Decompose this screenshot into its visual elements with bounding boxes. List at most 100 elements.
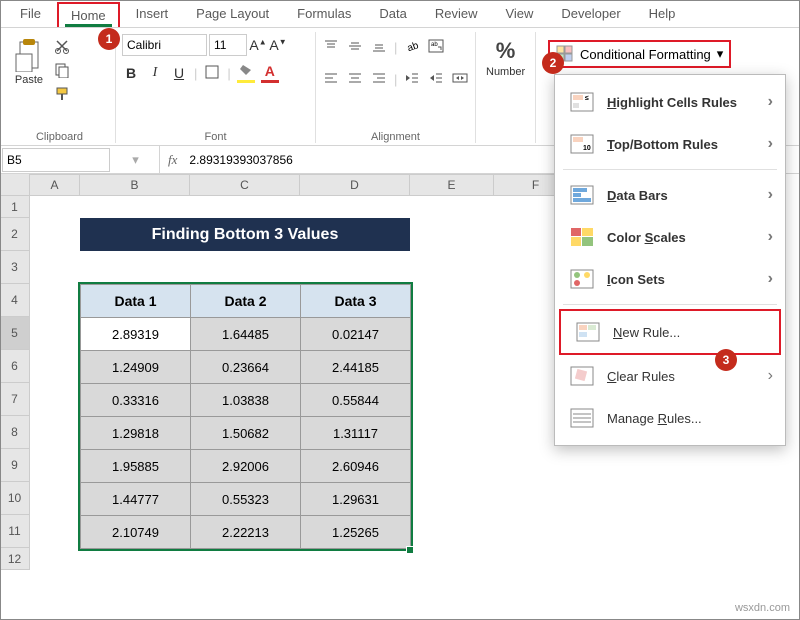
svg-text:ab: ab [431,42,438,48]
cell-d6[interactable]: 2.44185 [301,351,411,384]
row-header-7[interactable]: 7 [0,383,30,416]
tab-view[interactable]: View [493,2,545,27]
cell-c10[interactable]: 0.55323 [191,483,301,516]
row-header-3[interactable]: 3 [0,251,30,284]
conditional-formatting-button[interactable]: Conditional Formatting ▾ [548,40,731,68]
row-header-5[interactable]: 5 [0,317,30,350]
menu-manage-rules[interactable]: Manage Rules... [555,397,785,439]
increase-font-button[interactable]: A▲ [249,37,267,53]
row-header-2[interactable]: 2 [0,218,30,251]
decrease-font-button[interactable]: A▼ [269,37,287,53]
cell-c5[interactable]: 1.64485 [191,318,301,351]
callout-badge-3: 3 [715,349,737,371]
wrap-text-button[interactable]: ab [427,39,445,56]
menu-new-rule[interactable]: New Rule... [559,309,781,355]
underline-button[interactable]: U [170,65,188,81]
menu-top-bottom-rules[interactable]: 10 Top/Bottom Rules [555,123,785,165]
cell-b5[interactable]: 2.89319 [81,318,191,351]
merge-button[interactable] [451,71,469,88]
row-header-1[interactable]: 1 [0,196,30,218]
borders-button[interactable] [203,65,221,82]
title-cell[interactable]: Finding Bottom 3 Values [80,218,410,251]
cell-d7[interactable]: 0.55844 [301,384,411,417]
font-color-button[interactable]: A [261,63,279,83]
percent-button[interactable]: % Number [482,34,529,82]
tab-developer[interactable]: Developer [549,2,632,27]
row-header-4[interactable]: 4 [0,284,30,317]
menu-clear-rules[interactable]: Clear Rules [555,355,785,397]
select-all-corner[interactable] [0,174,30,196]
cell-c11[interactable]: 2.22213 [191,516,301,549]
cell-b7[interactable]: 0.33316 [81,384,191,417]
cell-d11[interactable]: 1.25265 [301,516,411,549]
tab-insert[interactable]: Insert [124,2,181,27]
icon-sets-icon [569,268,595,290]
cell-d10[interactable]: 1.29631 [301,483,411,516]
font-size-input[interactable] [209,34,247,56]
align-left-button[interactable] [322,71,340,88]
cell-c9[interactable]: 2.92006 [191,450,301,483]
cell-c7[interactable]: 1.03838 [191,384,301,417]
row-headers: 1 2 3 4 5 6 7 8 9 10 11 12 [0,196,30,570]
data-table[interactable]: Data 1 Data 2 Data 3 2.893191.644850.021… [80,284,411,549]
align-bottom-button[interactable] [370,39,388,56]
paste-button[interactable]: Paste [10,34,48,90]
fill-color-button[interactable] [237,63,255,83]
col-header-C[interactable]: C [190,174,300,196]
menu-icon-sets[interactable]: Icon Sets [555,258,785,300]
header-data2[interactable]: Data 2 [191,285,301,318]
tab-data[interactable]: Data [367,2,418,27]
tab-help[interactable]: Help [637,2,688,27]
cell-d8[interactable]: 1.31117 [301,417,411,450]
cell-c6[interactable]: 0.23664 [191,351,301,384]
align-center-button[interactable] [346,71,364,88]
cell-b9[interactable]: 1.95885 [81,450,191,483]
row-header-11[interactable]: 11 [0,515,30,548]
menu-data-bars[interactable]: Data Bars [555,174,785,216]
tab-review[interactable]: Review [423,2,490,27]
format-painter-button[interactable] [52,84,72,104]
row-header-12[interactable]: 12 [0,548,30,570]
col-header-D[interactable]: D [300,174,410,196]
cell-b11[interactable]: 2.10749 [81,516,191,549]
selection-handle[interactable] [406,546,414,554]
row-header-8[interactable]: 8 [0,416,30,449]
copy-button[interactable] [52,60,72,80]
header-data3[interactable]: Data 3 [301,285,411,318]
fx-controls[interactable]: ▾ [112,146,160,173]
col-header-B[interactable]: B [80,174,190,196]
align-right-button[interactable] [370,71,388,88]
tab-home[interactable]: Home [57,2,120,27]
group-alignment: | ab ab | Alignment [316,32,476,143]
cut-button[interactable] [52,36,72,56]
font-name-input[interactable] [122,34,207,56]
col-header-A[interactable]: A [30,174,80,196]
highlight-cells-icon: ≤ [569,91,595,113]
tab-file[interactable]: File [8,2,53,27]
align-middle-button[interactable] [346,39,364,56]
cell-d9[interactable]: 2.60946 [301,450,411,483]
fx-icon[interactable]: fx [160,152,185,168]
tab-formulas[interactable]: Formulas [285,2,363,27]
row-header-6[interactable]: 6 [0,350,30,383]
cell-b8[interactable]: 1.29818 [81,417,191,450]
tab-page-layout[interactable]: Page Layout [184,2,281,27]
cell-b6[interactable]: 1.24909 [81,351,191,384]
col-header-E[interactable]: E [410,174,494,196]
cell-d5[interactable]: 0.02147 [301,318,411,351]
data-bars-icon [569,184,595,206]
orientation-button[interactable]: ab [403,39,421,56]
cell-c8[interactable]: 1.50682 [191,417,301,450]
cell-b10[interactable]: 1.44777 [81,483,191,516]
name-box[interactable] [2,148,110,172]
align-top-button[interactable] [322,39,340,56]
header-data1[interactable]: Data 1 [81,285,191,318]
row-header-10[interactable]: 10 [0,482,30,515]
menu-color-scales[interactable]: Color Scales [555,216,785,258]
increase-indent-button[interactable] [427,71,445,88]
bold-button[interactable]: B [122,65,140,81]
italic-button[interactable]: I [146,65,164,81]
decrease-indent-button[interactable] [403,71,421,88]
menu-highlight-cells-rules[interactable]: ≤ Highlight Cells Rules [555,81,785,123]
row-header-9[interactable]: 9 [0,449,30,482]
